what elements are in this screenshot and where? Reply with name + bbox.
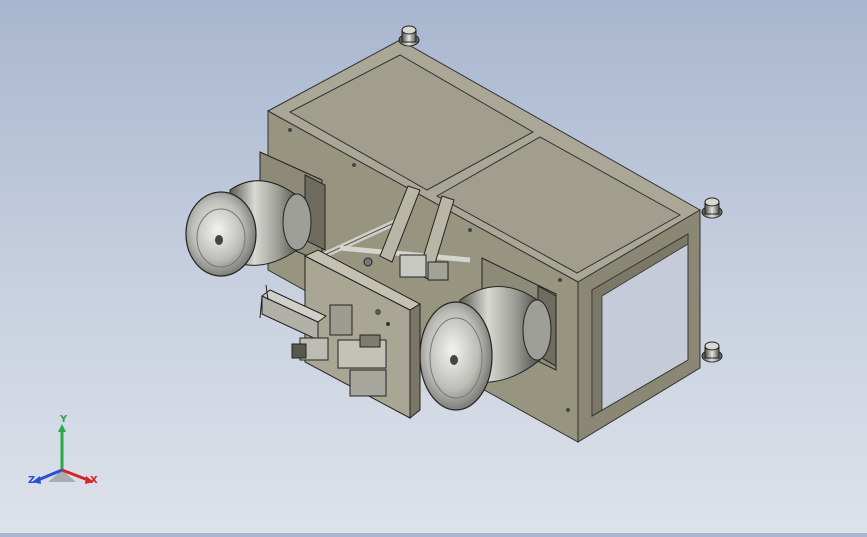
triad-base — [48, 470, 76, 482]
y-axis-label: Y — [60, 414, 68, 425]
x-axis-label: X — [90, 475, 98, 486]
z-axis-label: Z — [28, 475, 36, 486]
orientation-triad: Y X Z — [22, 414, 108, 490]
cad-assembly-model[interactable] — [0, 0, 867, 533]
y-axis-arrow — [58, 424, 66, 432]
3d-model-viewport[interactable] — [0, 0, 867, 533]
